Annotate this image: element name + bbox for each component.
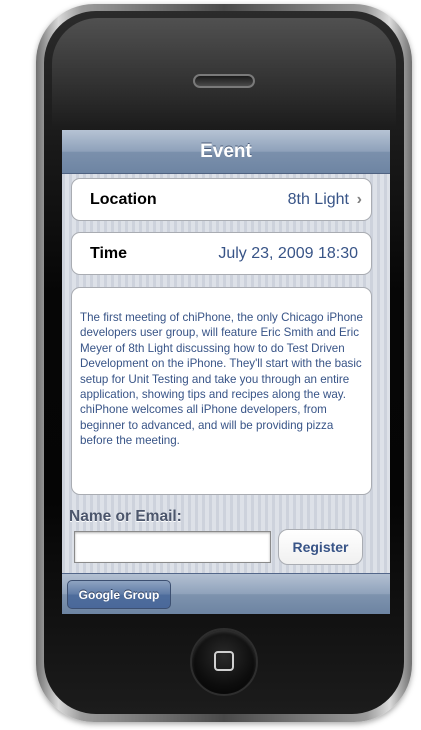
location-label: Location [90,191,157,208]
phone-glass-reflection [52,18,396,128]
home-square-icon [214,651,234,671]
chevron-right-icon: › [356,191,362,208]
speaker-grille-icon [193,74,255,88]
name-or-email-label: Name or Email: [69,508,182,525]
bottom-toolbar: Google Group [62,573,390,614]
app-screen: Event Location 8th Light › Time July 23,… [62,130,390,614]
page-title: Event [200,141,252,162]
time-value: July 23, 2009 18:30 [218,245,358,262]
name-or-email-input[interactable] [74,531,271,563]
navigation-bar: Event [62,130,390,174]
register-button[interactable]: Register [278,529,363,565]
event-description-box: The first meeting of chiPhone, the only … [71,287,372,495]
time-cell: Time July 23, 2009 18:30 [71,232,372,275]
time-label: Time [90,245,128,262]
event-description-text: The first meeting of chiPhone, the only … [80,311,363,448]
home-button-icon[interactable] [190,628,258,696]
location-cell[interactable]: Location 8th Light › [71,178,372,221]
location-value: 8th Light [287,191,349,208]
google-group-button[interactable]: Google Group [67,580,171,609]
